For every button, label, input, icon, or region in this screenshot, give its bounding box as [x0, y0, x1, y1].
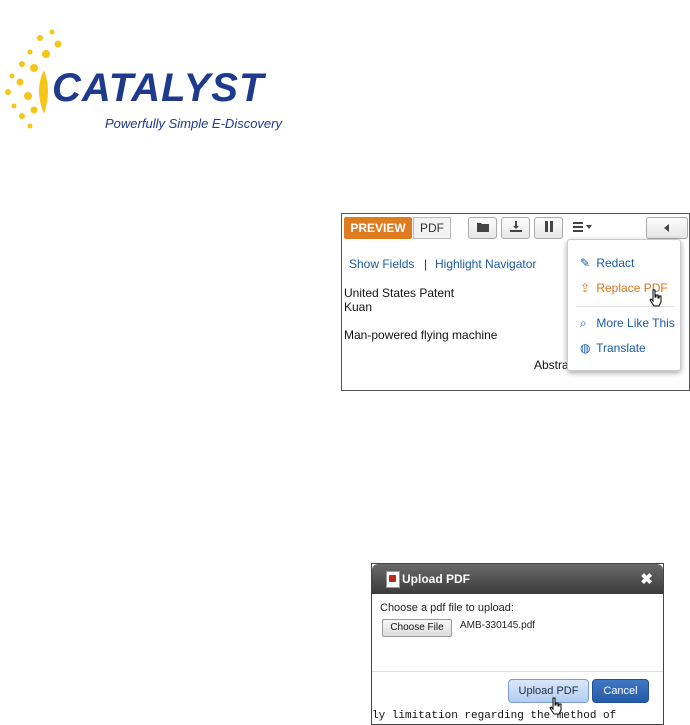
- background-document-text: ly limitation regarding the method of: [372, 710, 617, 722]
- hand-cursor-icon: [549, 697, 562, 715]
- menu-item-more-like-this[interactable]: ⌕ More Like This: [580, 316, 675, 331]
- open-folder-button[interactable]: [468, 217, 497, 239]
- globe-icon: ◍: [580, 341, 591, 355]
- viewer-toolbar: PREVIEW PDF: [342, 214, 689, 242]
- doc-line: Kuan: [344, 300, 373, 314]
- download-button[interactable]: [501, 217, 530, 239]
- highlight-navigator-link[interactable]: Highlight Navigator: [435, 257, 536, 271]
- menu-item-label: More Like This: [596, 316, 675, 330]
- logo-wordmark: CATALYST: [52, 66, 265, 110]
- search-icon: ⌕: [580, 316, 587, 330]
- dialog-footer-divider: [372, 671, 663, 672]
- link-separator: |: [424, 257, 428, 271]
- menu-icon[interactable]: [573, 220, 595, 238]
- pdf-file-icon: [386, 571, 400, 588]
- hand-cursor-icon: [649, 289, 662, 307]
- folder-icon: [476, 221, 489, 235]
- upload-icon: ⇪: [580, 281, 591, 295]
- actions-dropdown: ✎ Redact ⇪ Replace PDF ⌕ More Like This …: [567, 239, 681, 371]
- menu-item-translate[interactable]: ◍ Translate: [580, 341, 646, 355]
- doc-line: Man-powered flying machine: [344, 328, 498, 342]
- collapse-left-icon: [664, 221, 670, 235]
- pause-button[interactable]: [534, 217, 563, 239]
- doc-abstract-heading: Abstra: [534, 358, 569, 372]
- collapse-button[interactable]: [646, 217, 688, 239]
- upload-pdf-dialog: Upload PDF ✖ Choose a pdf file to upload…: [371, 563, 664, 725]
- document-content: United States Patent Kuan Man-powered fl…: [344, 286, 497, 342]
- doc-line: United States Patent: [344, 286, 455, 300]
- tab-pdf[interactable]: PDF: [413, 217, 451, 239]
- tab-preview[interactable]: PREVIEW: [344, 217, 412, 239]
- selected-file-name: AMB-330145.pdf: [460, 620, 536, 631]
- menu-item-label: Redact: [596, 256, 635, 270]
- catalyst-logo: CATALYST Powerfully Simple E-Discovery: [0, 18, 330, 138]
- choose-file-button[interactable]: Choose File: [382, 619, 452, 637]
- cancel-button[interactable]: Cancel: [592, 679, 649, 703]
- dialog-header: Upload PDF ✖: [372, 564, 663, 594]
- logo-tagline: Powerfully Simple E-Discovery: [105, 116, 282, 131]
- upload-prompt: Choose a pdf file to upload:: [380, 602, 514, 614]
- menu-item-redact[interactable]: ✎ Redact: [580, 256, 634, 270]
- close-icon[interactable]: ✖: [640, 570, 653, 588]
- pause-icon: [544, 221, 554, 235]
- show-fields-link[interactable]: Show Fields: [349, 257, 414, 271]
- dialog-title: Upload PDF: [402, 572, 470, 586]
- menu-item-label: Translate: [596, 341, 646, 355]
- edit-icon: ✎: [580, 256, 591, 270]
- download-icon: [509, 221, 522, 235]
